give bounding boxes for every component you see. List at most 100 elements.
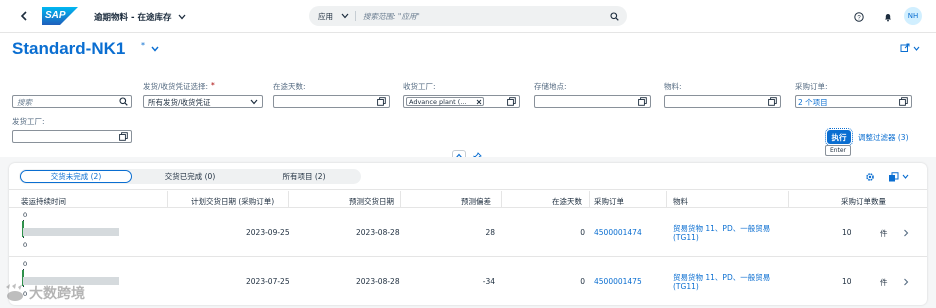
transit-days-field[interactable] — [273, 95, 390, 108]
col-planned-delivery[interactable]: 计划交货日期 (采购订单) — [191, 196, 274, 207]
column-separator — [167, 191, 168, 207]
share-chevron-icon[interactable] — [912, 45, 920, 52]
column-separator — [400, 191, 401, 207]
watermark-logo-icon — [6, 283, 23, 301]
token-close-icon[interactable] — [476, 99, 482, 105]
tab-all-items[interactable]: 所有项目 (2) — [248, 170, 360, 183]
search-icon[interactable] — [119, 97, 128, 106]
storage-location-field[interactable] — [534, 95, 651, 108]
scale-top-label: 0 — [23, 260, 28, 268]
material-link-code[interactable]: (TG11) — [673, 282, 699, 291]
filter-label-receiving-plant: 收货工厂: — [403, 82, 436, 91]
shell-search-input[interactable]: 搜索范围: "应用" — [363, 11, 420, 22]
watermark-text: 大数跨境 — [29, 286, 85, 302]
avatar-initials: NH — [907, 12, 919, 20]
tab-open-deliveries[interactable]: 交货未完成 (2) — [20, 170, 132, 183]
search-scope[interactable]: 应用 — [318, 11, 333, 22]
col-forecast-delivery[interactable]: 预测交货日期 — [349, 196, 394, 207]
filter-label-doc-selection: 发货/收货凭证选择: — [143, 82, 209, 91]
transit-days: 0 — [580, 228, 585, 237]
token-text: Advance plant (… — [409, 98, 467, 106]
transit-days: 0 — [580, 277, 585, 286]
po-quantity: 10 — [842, 277, 852, 286]
filter-search-field[interactable]: 搜索 — [12, 95, 132, 108]
export-icon[interactable] — [887, 171, 899, 182]
value-help-icon[interactable] — [507, 97, 516, 106]
col-forecast-deviation[interactable]: 预测偏差 — [461, 196, 491, 207]
filter-label-issuing-plant: 发货工厂: — [12, 117, 45, 126]
purchase-order-link[interactable]: 4500001474 — [594, 228, 642, 237]
doc-selection-value: 所有发货/收货凭证 — [148, 98, 211, 107]
value-help-icon[interactable] — [377, 97, 386, 106]
forecast-delivery-date: 2023-08-28 — [356, 277, 400, 286]
doc-selection-select[interactable]: 所有发货/收货凭证 — [143, 95, 263, 108]
purchase-order-link[interactable]: 4500001475 — [594, 277, 642, 286]
go-button-label: 执行 — [831, 132, 847, 142]
col-shipping-duration[interactable]: 装运持续时间 — [21, 196, 66, 207]
sap-logo-text: SAP — [45, 10, 66, 21]
row-navigation-icon[interactable] — [902, 277, 910, 286]
scale-top-label: 0 — [23, 211, 28, 219]
column-separator — [589, 191, 590, 207]
app-title-chevron-icon[interactable] — [177, 12, 187, 22]
search-divider — [355, 11, 356, 21]
material-link-code[interactable]: (TG11) — [673, 233, 699, 242]
duration-bar — [23, 228, 119, 236]
scope-chevron-icon[interactable] — [341, 12, 349, 20]
purchase-order-count-link[interactable]: 2 个项目 — [798, 97, 828, 108]
variant-chevron-icon[interactable] — [150, 45, 160, 53]
go-button[interactable]: 执行 — [825, 128, 853, 146]
col-po-quantity[interactable]: 采购订单数量 — [841, 196, 886, 207]
value-help-icon[interactable] — [119, 132, 128, 141]
table-row[interactable]: 0 0 2023-07-25 2023-08-28 -34 0 45000014… — [9, 257, 927, 305]
col-material[interactable]: 物料 — [673, 196, 688, 207]
po-quantity: 10 — [842, 228, 852, 237]
col-purchase-order[interactable]: 采购订单 — [594, 196, 624, 207]
filter-search-input[interactable]: 搜索 — [17, 97, 32, 108]
help-icon[interactable]: ? — [853, 11, 864, 22]
value-help-icon[interactable] — [768, 97, 777, 106]
notification-bell-icon[interactable] — [882, 11, 893, 22]
settings-gear-icon[interactable] — [864, 171, 875, 182]
back-icon[interactable] — [18, 10, 30, 22]
share-icon[interactable] — [899, 42, 911, 54]
column-separator — [501, 191, 502, 207]
forecast-delivery-date: 2023-08-28 — [356, 228, 400, 237]
receiving-plant-token[interactable]: Advance plant (… — [406, 97, 484, 106]
receiving-plant-field[interactable]: Advance plant (… — [403, 95, 520, 108]
column-separator — [666, 191, 667, 207]
tab-completed-deliveries[interactable]: 交货已完成 (0) — [134, 170, 246, 183]
chevron-down-icon[interactable] — [250, 98, 258, 106]
column-separator — [288, 191, 289, 207]
watermark: 大数跨境 — [4, 282, 85, 304]
status-segmented-button: 交货未完成 (2) 交货已完成 (0) 所有项目 (2) — [19, 169, 361, 184]
issuing-plant-field[interactable] — [12, 130, 132, 143]
variant-modified-marker: * — [141, 41, 145, 50]
po-unit: 件 — [880, 278, 888, 287]
forecast-deviation: -34 — [482, 277, 495, 286]
filter-label-transit-days: 在途天数: — [273, 82, 306, 91]
filter-label-purchase-order: 采购订单: — [795, 82, 828, 91]
value-help-icon[interactable] — [638, 97, 647, 106]
column-separator — [788, 191, 789, 207]
purchase-order-field[interactable]: 2 个项目 — [795, 95, 912, 108]
variant-title[interactable]: Standard-NK1 — [12, 39, 125, 59]
app-title[interactable]: 逾期物料 - 在途库存 — [94, 11, 171, 23]
avatar[interactable]: NH — [904, 7, 922, 25]
po-unit: 件 — [880, 229, 888, 238]
export-chevron-icon[interactable] — [901, 173, 909, 180]
filter-label-material: 物料: — [664, 82, 682, 91]
value-help-icon[interactable] — [899, 97, 908, 106]
scale-bottom-label: 0 — [23, 241, 28, 249]
search-icon[interactable] — [609, 11, 619, 21]
sap-logo[interactable]: SAP — [42, 7, 78, 25]
go-tooltip-text: Enter — [829, 147, 847, 154]
adapt-filters-button[interactable]: 调整过滤器 (3) — [858, 132, 909, 143]
table-row[interactable]: 0 0 2023-09-25 2023-08-28 28 0 450000147… — [9, 208, 927, 256]
filter-label-storage-location: 存储地点: — [534, 82, 567, 91]
material-field[interactable] — [664, 95, 781, 108]
row-navigation-icon[interactable] — [902, 228, 910, 237]
shell-bar: SAP 逾期物料 - 在途库存 应用 搜索范围: "应用" ? NH — [0, 0, 936, 33]
col-transit-days[interactable]: 在途天数 — [552, 196, 582, 207]
shell-search[interactable]: 应用 搜索范围: "应用" — [309, 6, 627, 26]
